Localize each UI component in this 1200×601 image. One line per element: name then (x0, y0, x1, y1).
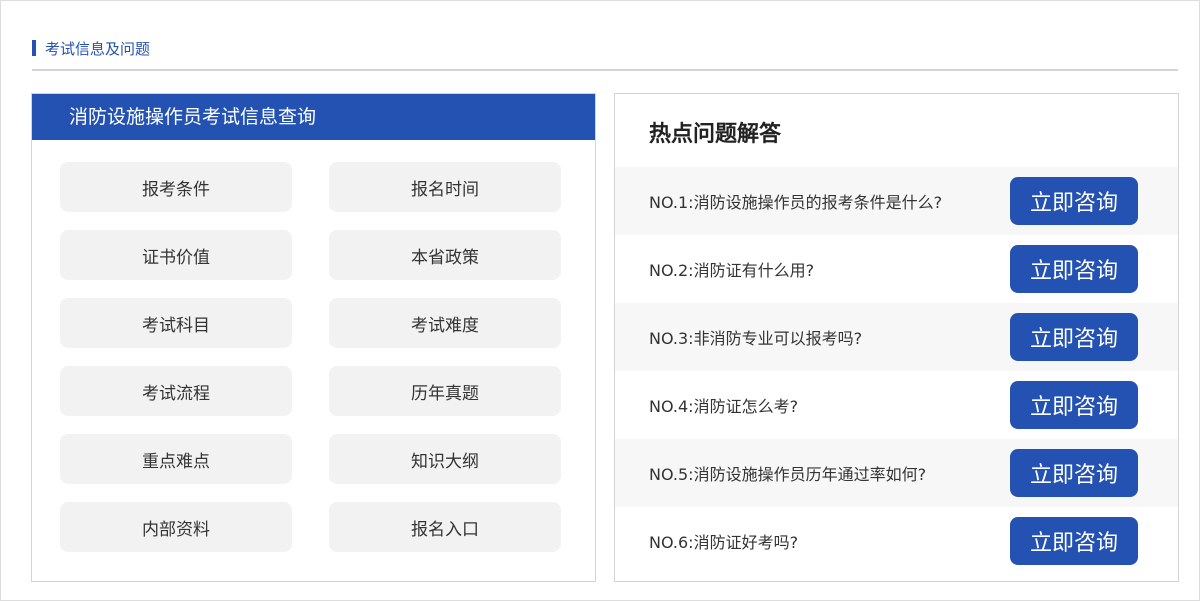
exam-info-button[interactable]: 报名入口 (329, 502, 561, 552)
consult-button[interactable]: 立即咨询 (1010, 449, 1138, 497)
question-list: NO.1:消防设施操作员的报考条件是什么? 立即咨询 NO.2:消防证有什么用?… (615, 167, 1178, 575)
exam-info-button[interactable]: 报考条件 (60, 162, 292, 212)
section-header: 考试信息及问题 (32, 38, 150, 58)
question-row: NO.1:消防设施操作员的报考条件是什么? 立即咨询 (615, 167, 1178, 235)
question-row: NO.6:消防证好考吗? 立即咨询 (615, 507, 1178, 575)
hot-questions-panel: 热点问题解答 NO.1:消防设施操作员的报考条件是什么? 立即咨询 NO.2:消… (614, 93, 1179, 582)
exam-info-header: 消防设施操作员考试信息查询 (32, 94, 595, 140)
section-accent-bar (32, 40, 36, 56)
exam-info-button[interactable]: 重点难点 (60, 434, 292, 484)
question-row: NO.4:消防证怎么考? 立即咨询 (615, 371, 1178, 439)
section-title: 考试信息及问题 (45, 39, 151, 58)
question-text[interactable]: NO.4:消防证怎么考? (649, 393, 798, 417)
exam-info-button[interactable]: 内部资料 (60, 502, 292, 552)
question-text[interactable]: NO.1:消防设施操作员的报考条件是什么? (649, 189, 942, 213)
exam-info-button[interactable]: 考试难度 (329, 298, 561, 348)
question-row: NO.5:消防设施操作员历年通过率如何? 立即咨询 (615, 439, 1178, 507)
exam-info-button-grid: 报考条件 报名时间 证书价值 本省政策 考试科目 考试难度 考试流程 历年真题 … (60, 162, 562, 552)
question-row: NO.2:消防证有什么用? 立即咨询 (615, 235, 1178, 303)
exam-info-panel: 消防设施操作员考试信息查询 报考条件 报名时间 证书价值 本省政策 考试科目 考… (31, 93, 596, 582)
exam-info-button[interactable]: 考试科目 (60, 298, 292, 348)
section-divider (32, 69, 1178, 71)
question-text[interactable]: NO.2:消防证有什么用? (649, 257, 814, 281)
question-row: NO.3:非消防专业可以报考吗? 立即咨询 (615, 303, 1178, 371)
consult-button[interactable]: 立即咨询 (1010, 313, 1138, 361)
question-text[interactable]: NO.6:消防证好考吗? (649, 529, 798, 553)
consult-button[interactable]: 立即咨询 (1010, 245, 1138, 293)
exam-info-button[interactable]: 本省政策 (329, 230, 561, 280)
exam-info-button[interactable]: 证书价值 (60, 230, 292, 280)
exam-info-button[interactable]: 考试流程 (60, 366, 292, 416)
hot-questions-title: 热点问题解答 (649, 122, 782, 147)
consult-button[interactable]: 立即咨询 (1010, 177, 1138, 225)
exam-info-button[interactable]: 知识大纲 (329, 434, 561, 484)
consult-button[interactable]: 立即咨询 (1010, 381, 1138, 429)
exam-info-button[interactable]: 历年真题 (329, 366, 561, 416)
exam-info-button[interactable]: 报名时间 (329, 162, 561, 212)
consult-button[interactable]: 立即咨询 (1010, 517, 1138, 565)
question-text[interactable]: NO.3:非消防专业可以报考吗? (649, 325, 862, 349)
question-text[interactable]: NO.5:消防设施操作员历年通过率如何? (649, 461, 926, 485)
